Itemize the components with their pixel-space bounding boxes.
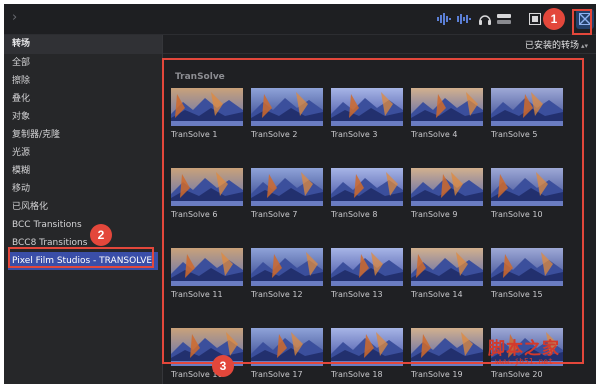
sidebar-item-movements[interactable]: 移动 bbox=[4, 180, 162, 198]
chevron-updown-icon: ▴▾ bbox=[580, 42, 588, 50]
transitions-sidebar: 转场 全部 擦除 叠化 对象 复制器/克隆 光源 模糊 移动 已风格化 BCC … bbox=[4, 35, 163, 384]
watermark-sub: www.jb51.net bbox=[495, 357, 553, 366]
transition-label: TranSolve 18 bbox=[331, 370, 383, 379]
sidebar-item-bcc-transitions[interactable]: BCC Transitions bbox=[4, 216, 162, 234]
transition-label: TranSolve 19 bbox=[411, 370, 463, 379]
transition-label: TranSolve 17 bbox=[251, 370, 303, 379]
film-strip-icon[interactable] bbox=[529, 12, 541, 26]
content-header: 已安装的转场 ▴▾ bbox=[163, 35, 596, 54]
annotation-badge-1: 1 bbox=[543, 8, 565, 30]
sidebar-item-blurs[interactable]: 模糊 bbox=[4, 162, 162, 180]
transition-label: TranSolve 20 bbox=[491, 370, 543, 379]
clip-appearance-icon[interactable] bbox=[497, 12, 511, 26]
audio-meter-icon[interactable] bbox=[457, 12, 471, 26]
sidebar-item-stylized[interactable]: 已风格化 bbox=[4, 198, 162, 216]
watermark-main: 脚本之家 bbox=[488, 339, 560, 359]
sidebar-edge-thumb bbox=[4, 95, 10, 155]
annotation-badge-3: 3 bbox=[212, 355, 234, 377]
annotation-box-2 bbox=[8, 247, 154, 268]
site-watermark: 脚本之家 www.jb51.net bbox=[488, 334, 560, 366]
annotation-box-3 bbox=[162, 58, 584, 364]
installed-filter-dropdown[interactable]: 已安装的转场 ▴▾ bbox=[525, 38, 588, 51]
sidebar-item-all[interactable]: 全部 bbox=[4, 54, 162, 72]
installed-filter-label: 已安装的转场 bbox=[524, 41, 579, 51]
waveform-icon[interactable] bbox=[437, 12, 451, 26]
sidebar-header: 转场 bbox=[4, 35, 162, 54]
sidebar-item-objects[interactable]: 对象 bbox=[4, 108, 162, 126]
annotation-badge-2: 2 bbox=[90, 224, 112, 246]
sidebar-item-lights[interactable]: 光源 bbox=[4, 144, 162, 162]
chevron-right-icon[interactable]: › bbox=[12, 10, 17, 25]
annotation-box-1 bbox=[572, 9, 592, 35]
sidebar-item-wipes[interactable]: 擦除 bbox=[4, 72, 162, 90]
sidebar-item-replicator[interactable]: 复制器/克隆 bbox=[4, 126, 162, 144]
browser-toolbar: › bbox=[4, 4, 596, 35]
sidebar-item-dissolves[interactable]: 叠化 bbox=[4, 90, 162, 108]
headphones-icon[interactable] bbox=[479, 12, 491, 26]
